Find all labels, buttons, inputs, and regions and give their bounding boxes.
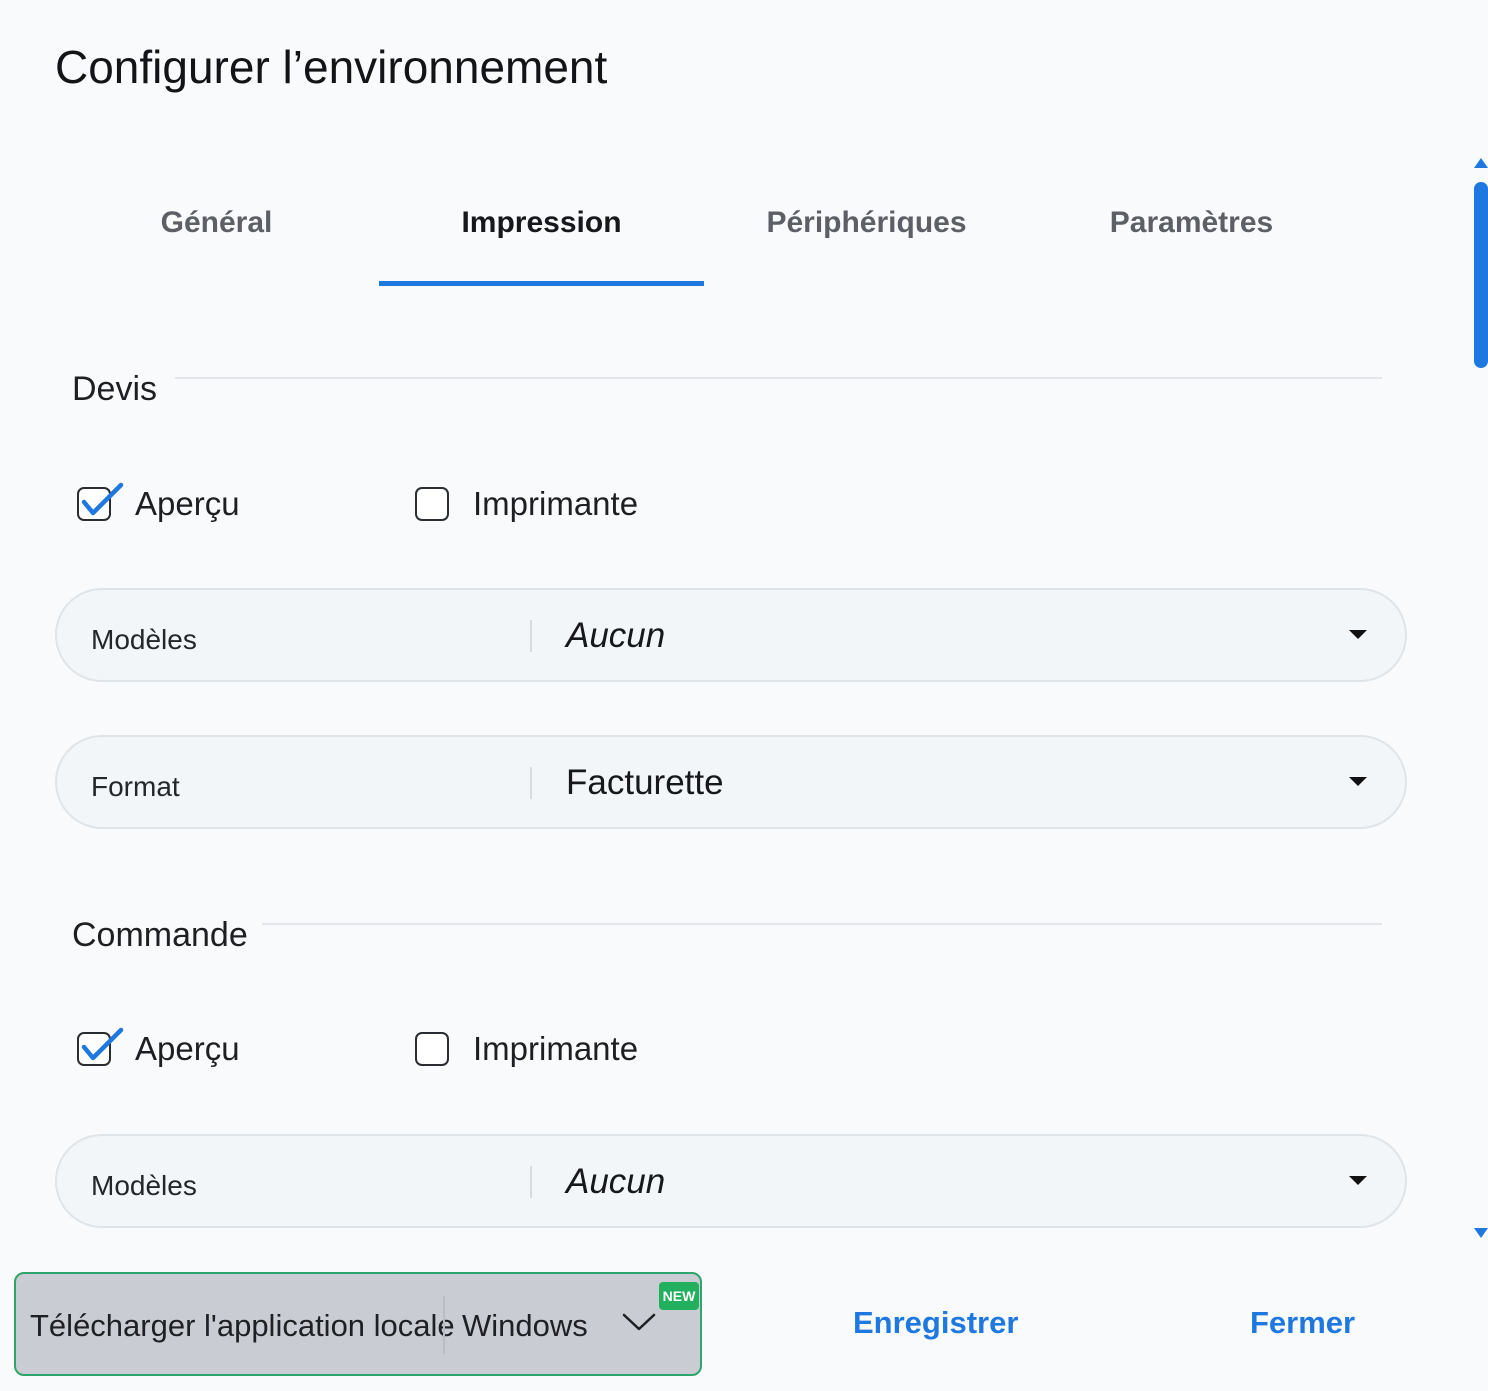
commande-apercu-label: Aperçu xyxy=(135,1030,240,1067)
devis-imprimante-label: Imprimante xyxy=(473,485,639,522)
download-app-dropdown[interactable]: Télécharger l'application locale Windows… xyxy=(14,1272,702,1376)
tab-bar: Général Impression Périphériques Paramèt… xyxy=(54,190,1354,286)
commande-imprimante-label: Imprimante xyxy=(473,1030,639,1067)
active-tab-indicator xyxy=(379,281,704,286)
dropdown-divider xyxy=(443,1296,445,1354)
field-divider xyxy=(530,767,532,799)
devis-imprimante-checkbox[interactable]: Imprimante xyxy=(415,485,638,523)
checkbox-box xyxy=(77,482,124,521)
tab-general[interactable]: Général xyxy=(54,190,379,286)
download-os-value: Windows xyxy=(462,1308,588,1343)
tab-impression-label: Impression xyxy=(461,206,622,239)
tab-peripheriques[interactable]: Périphériques xyxy=(704,190,1029,286)
devis-modeles-select[interactable]: Modèles Aucun xyxy=(55,588,1407,682)
scroll-down-arrow-icon[interactable] xyxy=(1474,1228,1488,1238)
caret-down-icon xyxy=(1349,1176,1367,1185)
section-title-commande: Commande xyxy=(72,916,248,954)
tab-parametres[interactable]: Paramètres xyxy=(1029,190,1354,286)
devis-format-value: Facturette xyxy=(566,763,724,802)
scrollbar-thumb[interactable] xyxy=(1474,182,1488,368)
tab-impression[interactable]: Impression xyxy=(379,190,704,286)
caret-down-icon xyxy=(1349,630,1367,639)
devis-format-label: Format xyxy=(91,771,180,802)
commande-modeles-select[interactable]: Modèles Aucun xyxy=(55,1134,1407,1228)
save-button[interactable]: Enregistrer xyxy=(853,1305,1018,1341)
checkbox-box xyxy=(77,1027,124,1066)
devis-apercu-checkbox[interactable]: Aperçu xyxy=(77,482,240,523)
chevron-down-icon xyxy=(622,1313,656,1331)
dialog-title: Configurer l’environnement xyxy=(55,41,608,93)
checkbox-box xyxy=(415,487,449,521)
section-title-devis: Devis xyxy=(72,370,158,408)
check-icon xyxy=(81,482,124,516)
field-divider xyxy=(530,1166,532,1198)
commande-modeles-label: Modèles xyxy=(91,1170,197,1201)
checkbox-box xyxy=(415,1032,449,1066)
scroll-up-arrow-icon[interactable] xyxy=(1474,158,1488,168)
close-button[interactable]: Fermer xyxy=(1250,1305,1355,1341)
devis-modeles-value: Aucun xyxy=(566,616,666,655)
commande-modeles-value: Aucun xyxy=(566,1162,666,1201)
download-app-label: Télécharger l'application locale xyxy=(30,1308,455,1343)
commande-imprimante-checkbox[interactable]: Imprimante xyxy=(415,1030,638,1068)
section-divider xyxy=(175,377,1382,379)
devis-modeles-label: Modèles xyxy=(91,624,197,655)
commande-apercu-checkbox[interactable]: Aperçu xyxy=(77,1027,240,1068)
tab-parametres-label: Paramètres xyxy=(1109,206,1274,239)
devis-format-select[interactable]: Format Facturette xyxy=(55,735,1407,829)
devis-apercu-label: Aperçu xyxy=(135,485,240,522)
section-divider xyxy=(262,923,1382,925)
tab-general-label: Général xyxy=(160,206,273,239)
tab-peripheriques-label: Périphériques xyxy=(766,206,967,239)
field-divider xyxy=(530,620,532,652)
new-badge: NEW xyxy=(659,1282,699,1310)
check-icon xyxy=(81,1027,124,1061)
caret-down-icon xyxy=(1349,777,1367,786)
